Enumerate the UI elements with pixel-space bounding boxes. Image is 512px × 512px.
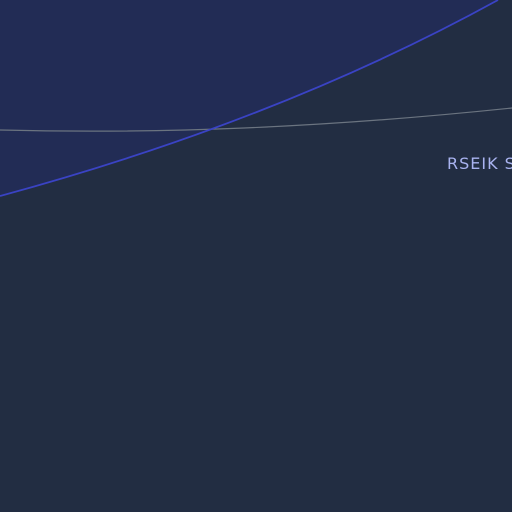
map-view[interactable]: RSEIK S — [0, 0, 512, 512]
waypoint-label[interactable]: RSEIK S — [447, 154, 512, 174]
map-canvas — [0, 0, 512, 512]
